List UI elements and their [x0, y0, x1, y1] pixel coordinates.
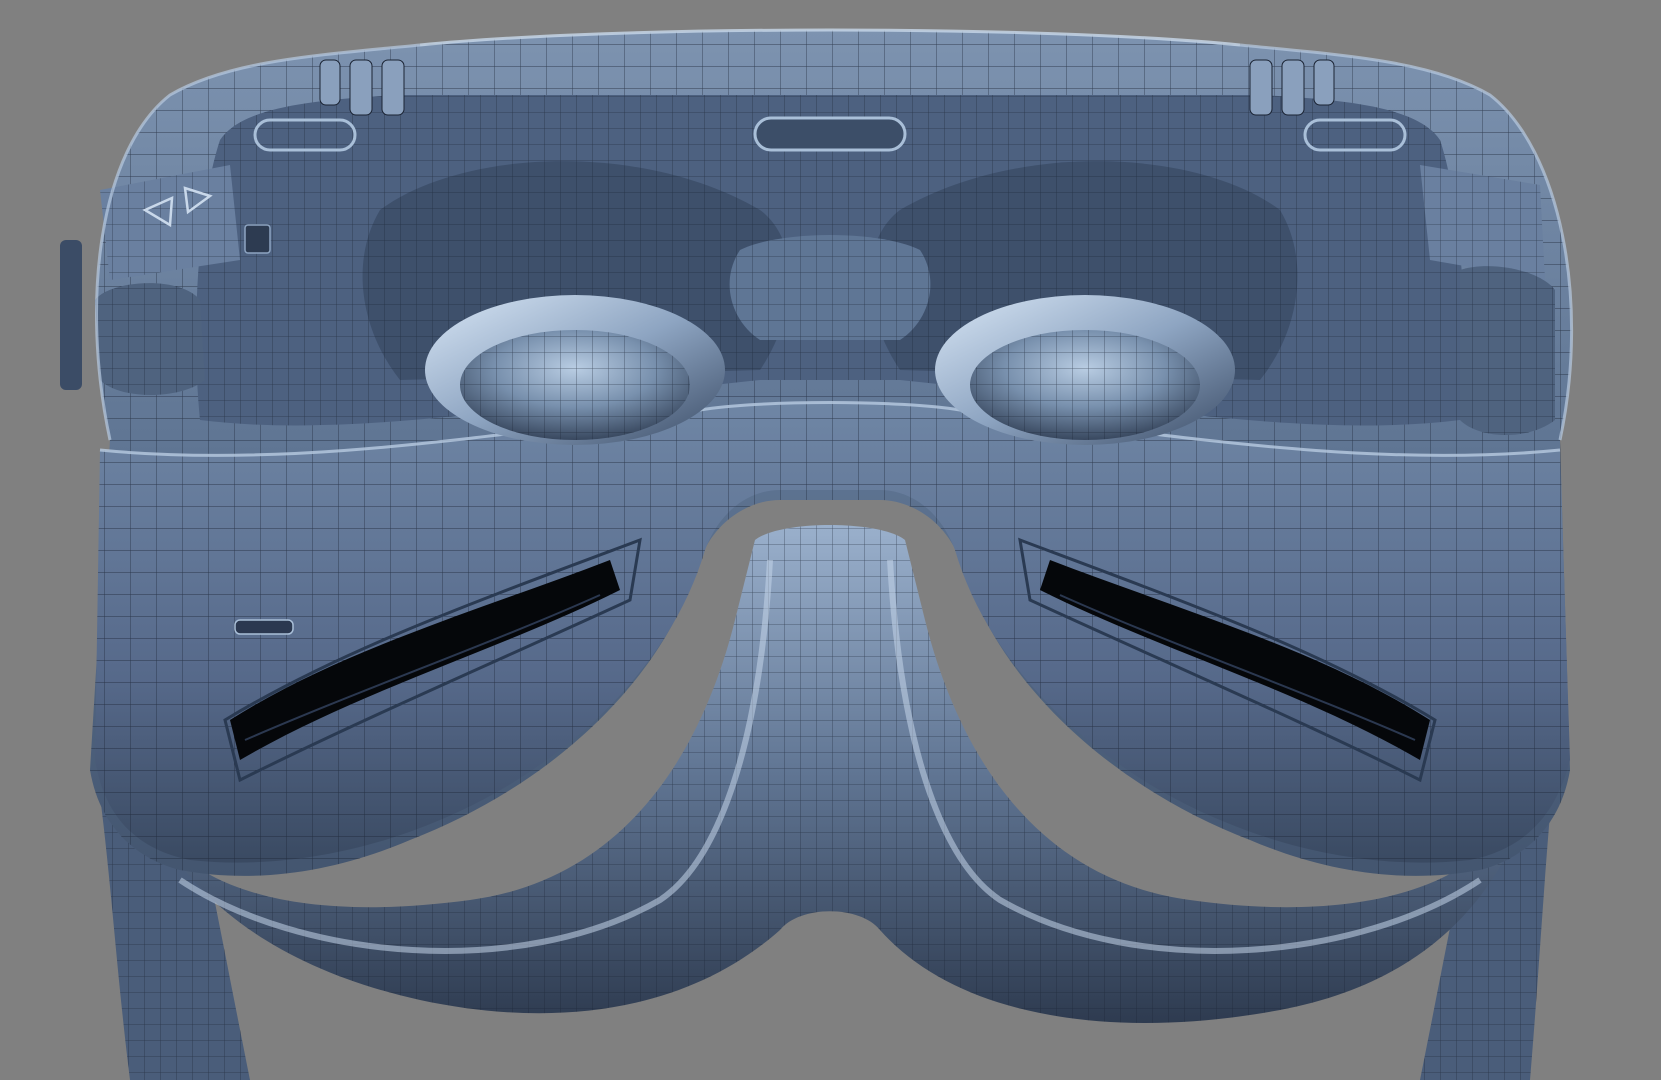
- render-viewport: [0, 0, 1661, 1080]
- lens-right: [935, 295, 1235, 445]
- nose-bridge: [729, 235, 931, 340]
- front-port: [234, 619, 294, 635]
- headset-render: [60, 28, 1574, 1080]
- lens-left: [425, 295, 725, 445]
- adjust-wheel-left: [244, 224, 271, 254]
- top-slot: [753, 116, 907, 152]
